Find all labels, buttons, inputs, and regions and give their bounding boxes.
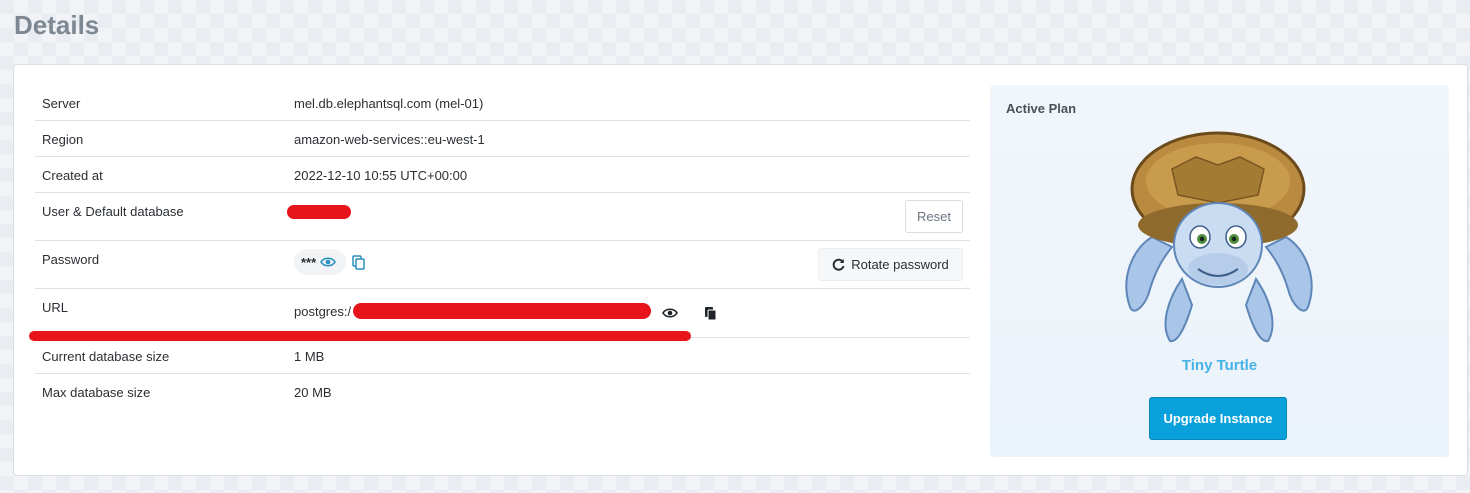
url-label: URL	[42, 300, 69, 315]
url-redaction	[353, 303, 651, 319]
row-created: Created at 2022-12-10 10:55 UTC+00:00	[35, 157, 970, 193]
current-size-value: 1 MB	[294, 349, 325, 364]
max-size-value: 20 MB	[294, 385, 332, 400]
row-url: URL postgres:/	[29, 289, 970, 341]
upgrade-instance-button[interactable]: Upgrade Instance	[1149, 397, 1287, 440]
eye-icon[interactable]	[662, 307, 678, 319]
row-password: Password *** Rotate password	[35, 241, 970, 289]
row-current-size: Current database size 1 MB	[35, 338, 970, 374]
created-label: Created at	[42, 168, 103, 183]
active-plan-label: Active Plan	[1006, 101, 1077, 116]
current-size-label: Current database size	[42, 349, 170, 364]
copy-icon[interactable]	[704, 306, 717, 321]
rotate-password-button[interactable]: Rotate password	[818, 248, 963, 281]
turtle-mascot-image	[1125, 131, 1313, 343]
rotate-password-label: Rotate password	[851, 257, 949, 272]
refresh-icon	[832, 258, 845, 271]
row-user: User & Default database Reset	[35, 193, 970, 241]
user-label: User & Default database	[42, 204, 184, 219]
eye-icon[interactable]	[320, 256, 337, 268]
url-prefix: postgres:/	[294, 304, 352, 319]
password-label: Password	[42, 252, 100, 267]
row-server: Server mel.db.elephantsql.com (mel-01)	[35, 85, 970, 121]
plan-name: Tiny Turtle	[1181, 357, 1258, 374]
active-plan-panel: Active Plan Tiny Turtle Upgrade Instance	[990, 85, 1449, 457]
region-label: Region	[42, 132, 84, 147]
row-max-size: Max database size 20 MB	[35, 374, 970, 410]
reset-button[interactable]: Reset	[905, 200, 963, 233]
region-value: amazon-web-services::eu-west-1	[294, 132, 485, 147]
server-label: Server	[42, 96, 81, 111]
created-value: 2022-12-10 10:55 UTC+00:00	[294, 168, 468, 183]
user-redaction	[287, 205, 351, 219]
copy-icon[interactable]	[352, 255, 365, 270]
details-table: Server mel.db.elephantsql.com (mel-01) R…	[29, 85, 970, 410]
password-masked: ***	[301, 254, 317, 270]
password-field: ***	[294, 249, 346, 275]
details-card: Server mel.db.elephantsql.com (mel-01) R…	[13, 64, 1468, 476]
max-size-label: Max database size	[42, 385, 151, 400]
server-value: mel.db.elephantsql.com (mel-01)	[294, 96, 484, 111]
page-title: Details	[14, 10, 100, 40]
row-region: Region amazon-web-services::eu-west-1	[35, 121, 970, 157]
